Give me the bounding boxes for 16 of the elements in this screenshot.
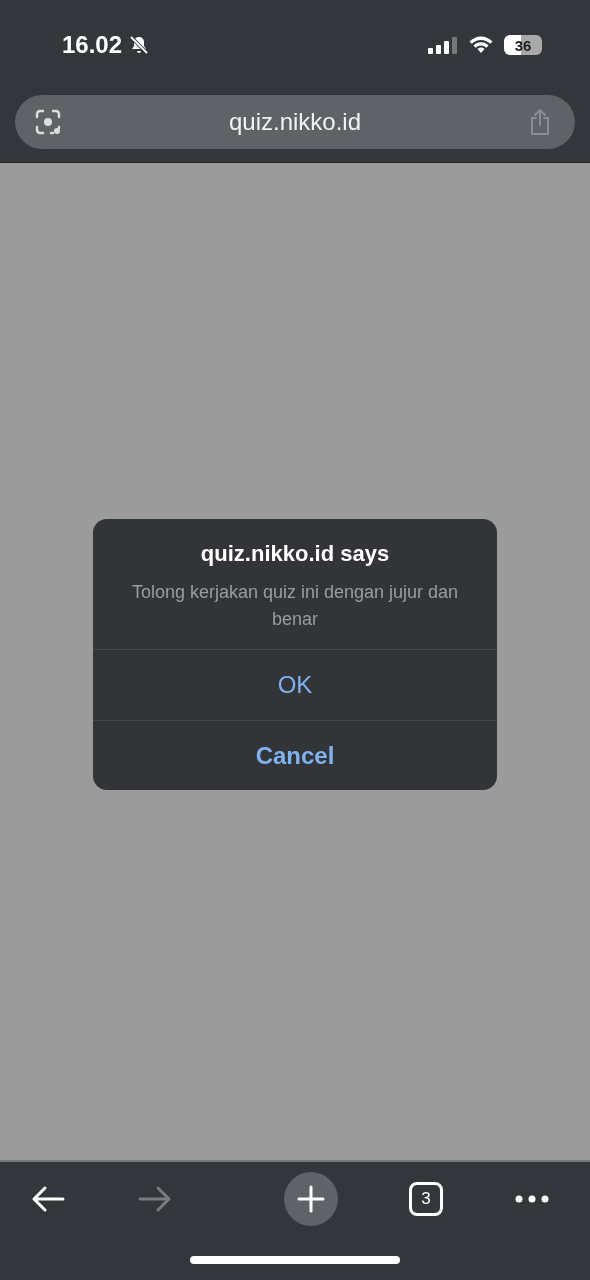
plus-icon — [296, 1184, 326, 1214]
back-arrow-icon[interactable] — [30, 1184, 66, 1214]
ok-button[interactable]: OK — [93, 650, 497, 720]
new-tab-button[interactable] — [284, 1172, 338, 1226]
more-icon[interactable] — [514, 1194, 550, 1204]
url-text: quiz.nikko.id — [228, 108, 362, 136]
wifi-icon — [468, 35, 494, 55]
dialog-message: Tolong kerjakan quiz ini dengan jujur dan benar — [130, 581, 460, 631]
address-bar[interactable]: quiz.nikko.id — [15, 95, 575, 149]
muted-bell-icon — [128, 34, 151, 56]
cancel-button[interactable]: Cancel — [93, 720, 497, 790]
lens-icon[interactable] — [33, 107, 63, 137]
status-time: 16.02 — [62, 31, 123, 59]
signal-icon — [428, 35, 458, 55]
dialog-title: quiz.nikko.id says — [199, 541, 391, 567]
tab-count-button[interactable]: 3 — [409, 1182, 443, 1216]
